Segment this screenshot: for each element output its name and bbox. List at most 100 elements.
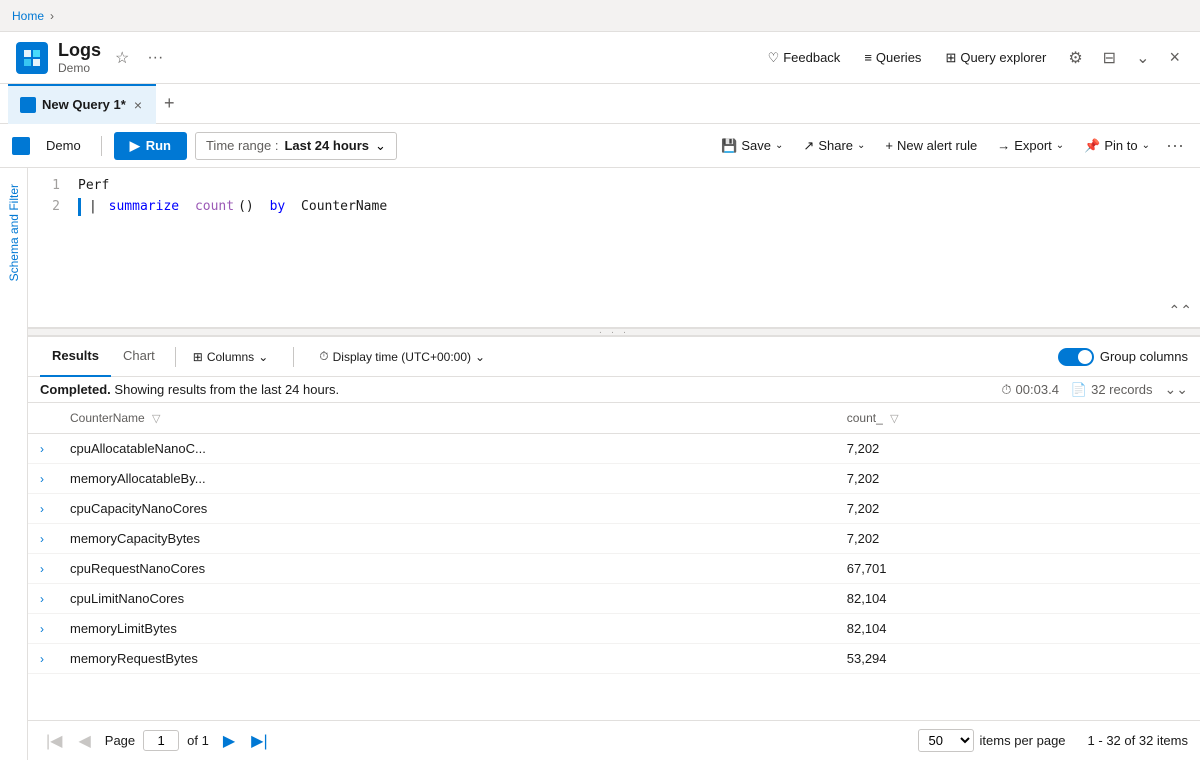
page-prev-button[interactable]: ◀ xyxy=(72,729,96,753)
page-of: of 1 xyxy=(187,733,209,748)
table-row: › memoryLimitBytes 82,104 xyxy=(28,614,1200,644)
row-expand-button[interactable]: › xyxy=(40,652,44,666)
export-button[interactable]: → Export ⌄ xyxy=(989,133,1072,158)
row-expand-cell: › xyxy=(28,434,58,464)
row-expand-button[interactable]: › xyxy=(40,562,44,576)
resize-handle[interactable]: · · · xyxy=(28,328,1200,336)
table-row: › cpuLimitNanoCores 82,104 xyxy=(28,584,1200,614)
row-expand-button[interactable]: › xyxy=(40,502,44,516)
th-counter-name: CounterName ▽ xyxy=(58,403,835,434)
table-body: › cpuAllocatableNanoC... 7,202 › memoryA… xyxy=(28,434,1200,674)
queries-icon: ≡ xyxy=(864,50,872,65)
status-right: ⏱ 00:03.4 📄 32 records ⌄⌄ xyxy=(1001,381,1188,398)
page-last-button[interactable]: ▶| xyxy=(245,729,273,753)
filter-icon-countername[interactable]: ▽ xyxy=(152,413,160,425)
results-tab-divider xyxy=(175,347,176,367)
table-row: › cpuRequestNanoCores 67,701 xyxy=(28,554,1200,584)
page-input[interactable] xyxy=(143,730,179,751)
display-time-button[interactable]: ⏱ Display time (UTC+00:00) ⌄ xyxy=(310,345,494,368)
toggle-knob xyxy=(1078,350,1092,364)
row-expand-button[interactable]: › xyxy=(40,592,44,606)
new-alert-button[interactable]: + New alert rule xyxy=(877,133,985,158)
favorite-icon[interactable]: ☆ xyxy=(111,44,133,72)
pin-caret: ⌄ xyxy=(1142,140,1150,151)
status-bar: Completed. Showing results from the last… xyxy=(28,377,1200,403)
save-icon: 💾 xyxy=(721,138,737,154)
time-range-value: Last 24 hours xyxy=(284,138,369,153)
row-counter-name: memoryCapacityBytes xyxy=(58,524,835,554)
row-expand-button[interactable]: › xyxy=(40,622,44,636)
sidebar-toggle[interactable]: Schema and Filter xyxy=(0,168,28,760)
query-explorer-button[interactable]: ⊞ Query explorer xyxy=(939,46,1052,70)
workspace-label: Demo xyxy=(38,138,89,153)
breadcrumb-home[interactable]: Home xyxy=(12,9,44,23)
sidebar-label: Schema and Filter xyxy=(7,168,21,297)
pin-to-button[interactable]: 📌 Pin to ⌄ xyxy=(1076,133,1158,159)
run-button[interactable]: ▶ Run xyxy=(114,132,187,160)
row-expand-button[interactable]: › xyxy=(40,532,44,546)
page-next-button[interactable]: ▶ xyxy=(217,729,241,753)
clock-icon: ⏱ xyxy=(319,349,328,364)
table-row: › memoryCapacityBytes 7,202 xyxy=(28,524,1200,554)
code-count: count xyxy=(195,197,234,218)
toolbar-more-button[interactable]: ··· xyxy=(1162,131,1188,160)
main-layout: Schema and Filter 1 2 Perf | summarize c… xyxy=(0,168,1200,760)
status-completed: Completed. xyxy=(40,382,111,397)
row-counter-name: memoryAllocatableBy... xyxy=(58,464,835,494)
line-indicator xyxy=(78,198,81,216)
toolbar-right: 💾 Save ⌄ ↗ Share ⌄ + New alert rule → Ex… xyxy=(713,131,1188,160)
results-tools: ⊞ Columns ⌄ ⏱ Display time (UTC+00:00) ⌄ xyxy=(184,345,494,368)
status-detail: Showing results from the last 24 hours. xyxy=(114,382,339,397)
editor-area[interactable]: 1 2 Perf | summarize count () by xyxy=(28,168,1200,328)
filter-icon-count[interactable]: ▽ xyxy=(890,413,898,425)
app-title-group: Logs Demo xyxy=(58,40,101,75)
editor-collapse-button[interactable]: ⌃⌃ xyxy=(1169,302,1192,319)
share-button[interactable]: ↗ Share ⌄ xyxy=(795,133,873,159)
view-toggle-icon[interactable]: ⊟ xyxy=(1099,44,1120,72)
page-first-button[interactable]: |◀ xyxy=(40,729,68,753)
line-numbers: 1 2 xyxy=(28,176,68,218)
per-page-select[interactable]: 50 100 200 xyxy=(918,729,974,752)
settings-icon[interactable]: ⚙ xyxy=(1064,44,1086,72)
tab-chart[interactable]: Chart xyxy=(111,337,167,377)
columns-button[interactable]: ⊞ Columns ⌄ xyxy=(184,346,277,368)
records-value: 32 records xyxy=(1091,382,1152,397)
time-range-label: Time range : xyxy=(206,138,279,153)
pagination-controls: |◀ ◀ Page of 1 ▶ ▶| xyxy=(40,729,274,753)
editor-pane: 1 2 Perf | summarize count () by xyxy=(28,168,1200,760)
feedback-button[interactable]: ♡ Feedback xyxy=(762,46,847,70)
row-expand-cell: › xyxy=(28,614,58,644)
tab-add-button[interactable]: + xyxy=(156,89,183,118)
records-icon: 📄 xyxy=(1071,382,1087,398)
workspace-icon xyxy=(12,137,30,155)
query-explorer-icon: ⊞ xyxy=(945,50,956,66)
time-range-button[interactable]: Time range : Last 24 hours ⌄ xyxy=(195,132,397,160)
row-expand-cell: › xyxy=(28,464,58,494)
group-columns-label: Group columns xyxy=(1100,349,1188,364)
table-row: › memoryRequestBytes 53,294 xyxy=(28,644,1200,674)
row-expand-button[interactable]: › xyxy=(40,472,44,486)
display-time-caret: ⌄ xyxy=(475,350,485,364)
tab-results[interactable]: Results xyxy=(40,337,111,377)
tab-new-query[interactable]: New Query 1* × xyxy=(8,84,156,124)
save-button[interactable]: 💾 Save ⌄ xyxy=(713,133,791,159)
time-range-caret: ⌄ xyxy=(375,138,386,154)
status-expand-icon[interactable]: ⌄⌄ xyxy=(1165,381,1188,398)
breadcrumb-sep: › xyxy=(50,9,54,23)
row-expand-button[interactable]: › xyxy=(40,442,44,456)
status-text: Completed. Showing results from the last… xyxy=(40,382,339,397)
code-line-2: | summarize count () by CounterName xyxy=(78,197,1200,218)
code-area[interactable]: Perf | summarize count () by CounterName xyxy=(78,176,1200,218)
group-columns-switch[interactable] xyxy=(1058,348,1094,366)
results-pane: Results Chart ⊞ Columns ⌄ ⏱ Display time… xyxy=(28,336,1200,760)
code-summarize: summarize xyxy=(109,197,179,218)
export-caret: ⌄ xyxy=(1056,140,1064,151)
row-counter-name: cpuAllocatableNanoC... xyxy=(58,434,835,464)
tab-close-button[interactable]: × xyxy=(132,97,144,113)
queries-button[interactable]: ≡ Queries xyxy=(858,46,927,69)
tab-label: New Query 1* xyxy=(42,97,126,112)
close-button[interactable]: × xyxy=(1165,43,1184,72)
table-row: › cpuCapacityNanoCores 7,202 xyxy=(28,494,1200,524)
more-options-icon[interactable]: ··· xyxy=(143,45,167,71)
expand-icon[interactable]: ⌄ xyxy=(1132,44,1153,72)
